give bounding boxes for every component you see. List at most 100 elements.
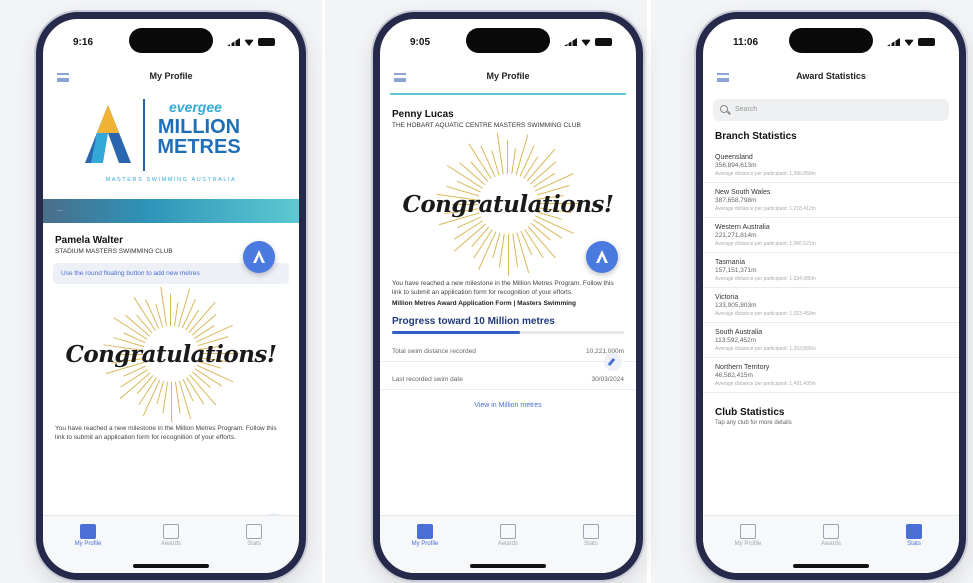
wifi-icon — [904, 39, 914, 46]
brand-title-line2: METRES — [157, 136, 241, 158]
app-header: My Profile — [380, 65, 636, 91]
branch-item[interactable]: South Australia 113,592,452m Average dis… — [703, 323, 959, 358]
profile-content[interactable]: evergee MILLION METRES MASTERS SWIMMING … — [43, 93, 299, 515]
branch-statistics-heading: Branch Statistics — [715, 131, 797, 142]
signal-icon — [564, 38, 577, 46]
status-time: 11:06 — [733, 37, 759, 48]
branch-value: 46,582,415m — [715, 372, 753, 379]
logo-divider — [143, 99, 145, 171]
add-metres-fab[interactable] — [243, 241, 275, 273]
tab-label: My Profile — [734, 541, 762, 547]
status-bar: 9:16 — [43, 19, 299, 61]
tab-stats[interactable]: Stats — [556, 524, 626, 547]
branch-name: Queensland — [715, 154, 753, 161]
branch-item[interactable]: New South Wales 387,658,798m Average dis… — [703, 183, 959, 218]
branch-value: 133,905,803m — [715, 302, 757, 309]
tab-awards[interactable]: Awards — [473, 524, 543, 547]
dynamic-island — [466, 28, 550, 53]
progress-title: Progress toward 10 Million metres — [392, 316, 555, 327]
branch-average: Average distance per participant: 1,023,… — [715, 311, 816, 317]
status-bar: 9:05 — [380, 19, 636, 61]
tab-label: Stats — [907, 541, 921, 547]
battery-icon — [258, 38, 275, 46]
tab-label: Stats — [584, 541, 598, 547]
brand-sponsor: evergee — [169, 99, 222, 115]
pool-banner: ... — [43, 199, 299, 223]
tab-label: Awards — [161, 541, 181, 547]
brand-title: MILLION METRES — [151, 117, 247, 157]
awards-icon — [823, 524, 839, 539]
battery-icon — [918, 38, 935, 46]
stat-value: 30/03/2024 — [591, 376, 624, 383]
statistics-content[interactable]: Search Branch Statistics Queensland 356,… — [703, 93, 959, 515]
tab-my-profile[interactable]: My Profile — [53, 524, 123, 547]
progress-bar — [392, 331, 624, 334]
wifi-icon — [244, 39, 254, 46]
status-time: 9:05 — [410, 37, 431, 48]
tab-stats[interactable]: Stats — [219, 524, 289, 547]
stats-icon — [246, 524, 262, 539]
stat-label: Last recorded swim date — [392, 376, 463, 383]
club-statistics-hint: Tap any club for more details — [715, 420, 792, 426]
signal-icon — [227, 38, 240, 46]
tab-awards[interactable]: Awards — [796, 524, 866, 547]
branch-value: 356,894,613m — [715, 162, 757, 169]
tab-bar: My Profile Awards Stats — [43, 515, 299, 573]
application-form-link[interactable]: Million Metres Award Application Form | … — [380, 299, 636, 308]
burst-ray — [508, 234, 510, 276]
branch-name: Northern Territory — [715, 364, 770, 371]
branch-average: Average distance per participant: 1,306,… — [715, 171, 816, 177]
phone-award-statistics: 11:06 Award Statistics Search Branch Sta… — [696, 12, 966, 580]
tab-my-profile[interactable]: My Profile — [713, 524, 783, 547]
tab-my-profile[interactable]: My Profile — [390, 524, 460, 547]
branch-average: Average distance per participant: 1,534,… — [715, 276, 816, 282]
branch-average: Average distance per participant: 1,066,… — [715, 241, 816, 247]
stats-icon — [906, 524, 922, 539]
tab-stats[interactable]: Stats — [879, 524, 949, 547]
phone-profile-pamela: 9:16 My Profile evergee MILLION METRES M… — [36, 12, 306, 580]
branch-value: 221,271,814m — [715, 232, 757, 239]
app-header: My Profile — [43, 65, 299, 91]
banner-text: ... — [57, 207, 63, 213]
view-button[interactable]: View in Million metres — [380, 390, 636, 409]
tab-awards[interactable]: Awards — [136, 524, 206, 547]
dynamic-island — [789, 28, 873, 53]
congratulations-text: Congratulations! — [65, 340, 277, 368]
search-field[interactable]: Search — [713, 99, 949, 121]
branch-name: Tasmania — [715, 259, 745, 266]
app-header: Award Statistics — [703, 65, 959, 91]
add-metres-fab[interactable] — [586, 241, 618, 273]
branch-item[interactable]: Queensland 356,894,613m Average distance… — [703, 148, 959, 183]
milestone-text[interactable]: You have reached a new milestone in the … — [43, 424, 299, 442]
branch-item[interactable]: Western Australia 221,271,814m Average d… — [703, 218, 959, 253]
burst-ray — [162, 381, 169, 414]
congratulations-graphic: Congratulations! — [43, 284, 299, 424]
burst-ray — [506, 140, 508, 174]
milestone-text: You have reached a new milestone in the … — [392, 280, 614, 296]
brand-subtitle: MASTERS SWIMMING AUSTRALIA — [105, 177, 237, 183]
banner-edge — [390, 93, 626, 95]
stat-row-total: Total swim distance recorded 10,221,000m — [380, 334, 636, 362]
member-club: THE HOBART AQUATIC CENTRE MASTERS SWIMMI… — [392, 122, 581, 129]
branch-name: South Australia — [715, 329, 763, 336]
awards-icon — [163, 524, 179, 539]
home-indicator — [470, 564, 546, 568]
search-placeholder: Search — [735, 106, 758, 113]
tab-bar: My Profile Awards Stats — [703, 515, 959, 573]
branch-item[interactable]: Tasmania 157,151,371m Average distance p… — [703, 253, 959, 288]
branch-name: Western Australia — [715, 224, 770, 231]
branch-value: 113,592,452m — [715, 337, 757, 344]
status-icons — [564, 38, 612, 46]
branch-item[interactable]: Northern Territory 46,582,415m Average d… — [703, 358, 959, 393]
branch-item[interactable]: Victoria 133,905,803m Average distance p… — [703, 288, 959, 323]
profile-icon — [80, 524, 96, 539]
page-title: My Profile — [149, 71, 193, 81]
profile-content[interactable]: Penny Lucas THE HOBART AQUATIC CENTRE MA… — [380, 93, 636, 515]
burst-ray — [169, 294, 171, 326]
stat-label: Total swim distance recorded — [392, 348, 476, 355]
edit-pencil-icon[interactable] — [604, 353, 622, 371]
tab-label: Awards — [821, 541, 841, 547]
tab-label: My Profile — [411, 541, 439, 547]
burst-ray — [498, 233, 506, 268]
tab-label: My Profile — [74, 541, 102, 547]
